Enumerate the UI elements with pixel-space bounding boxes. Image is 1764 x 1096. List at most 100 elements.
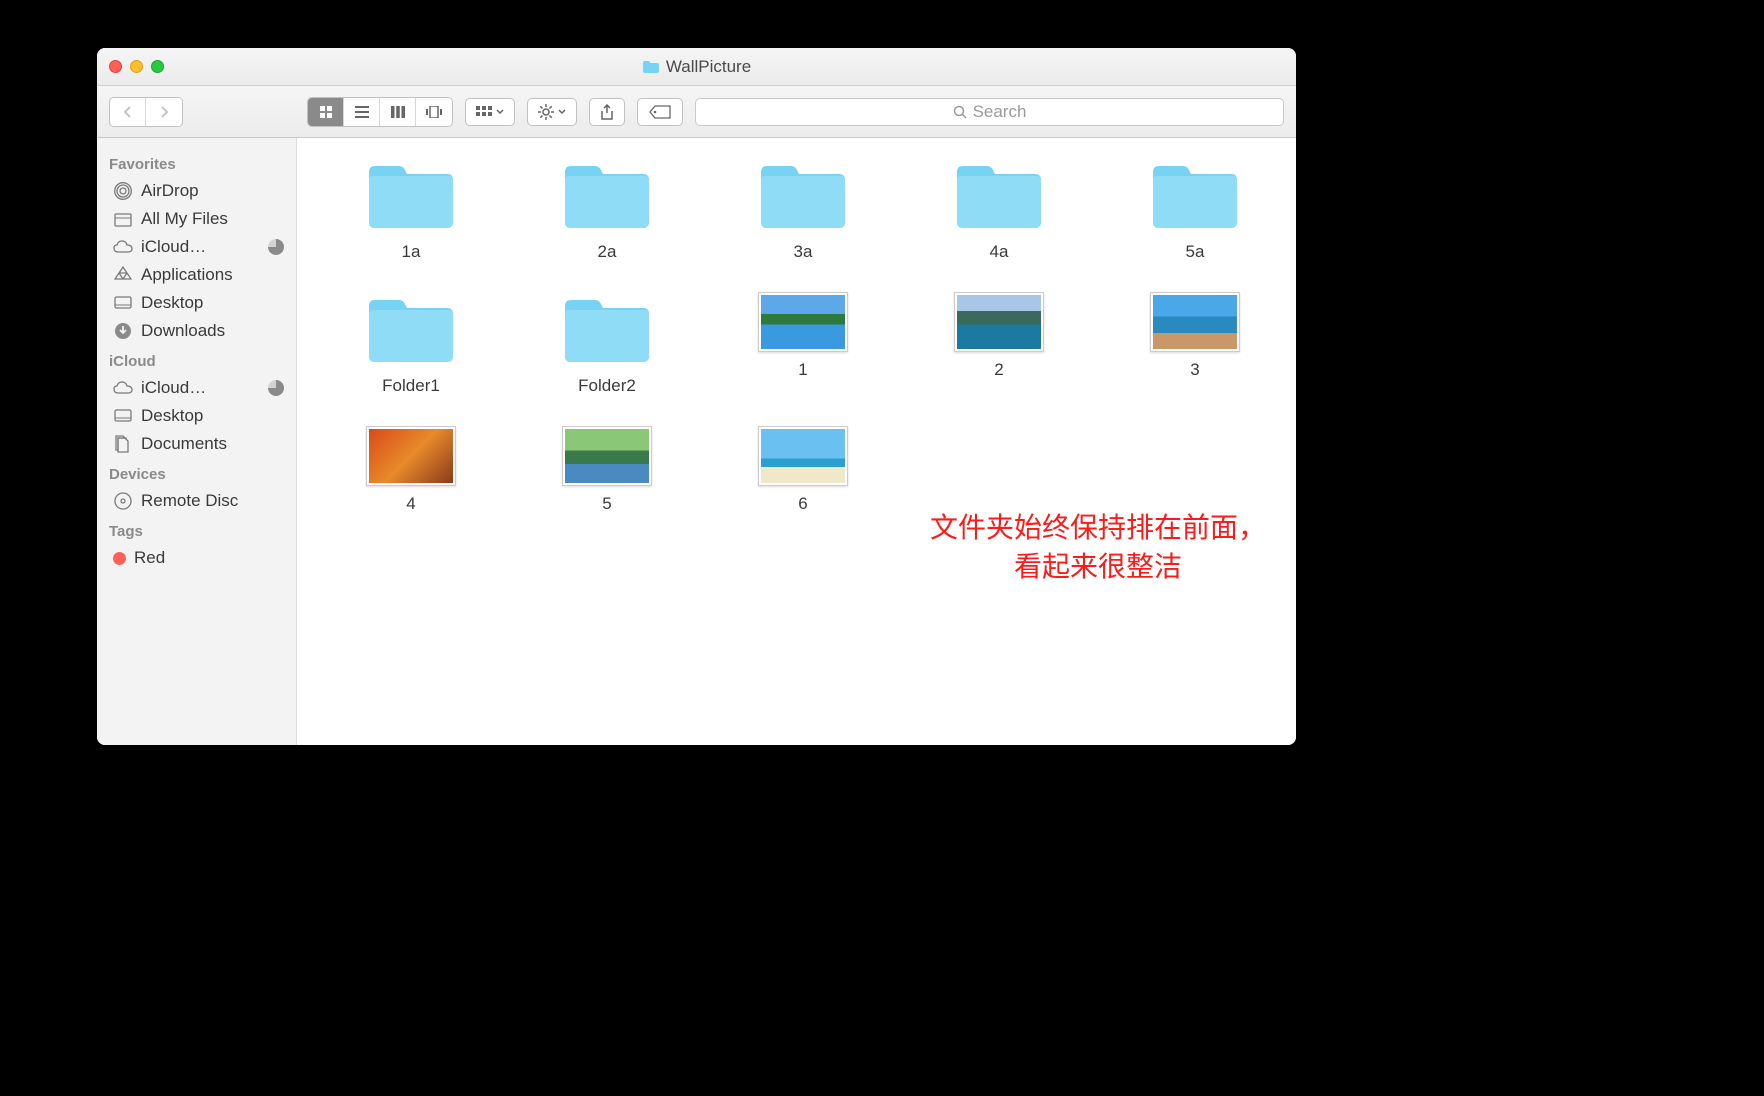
annotation-text: 文件夹始终保持排在前面， 看起来很整洁 [930, 508, 1266, 586]
view-icon-button[interactable] [308, 98, 344, 126]
sidebar-item-label: Applications [141, 265, 233, 285]
arrange-icon [476, 106, 492, 118]
arrange-button[interactable] [465, 98, 515, 126]
gallery-view-icon [426, 106, 442, 118]
view-mode-buttons [307, 97, 453, 127]
folder-item[interactable]: 1a [321, 158, 501, 262]
view-list-button[interactable] [344, 98, 380, 126]
view-gallery-button[interactable] [416, 98, 452, 126]
share-button[interactable] [589, 98, 625, 126]
image-item[interactable]: 3 [1105, 292, 1285, 396]
sidebar-item-downloads[interactable]: Downloads [97, 317, 296, 345]
cloud-icon [113, 378, 133, 398]
window-title-label: WallPicture [666, 57, 751, 77]
image-item[interactable]: 2 [909, 292, 1089, 396]
sidebar-item-icloud-drive-2[interactable]: iCloud… [97, 374, 296, 402]
sidebar-item-label: iCloud… [141, 378, 206, 398]
sidebar-section-tags: Tags [97, 515, 296, 544]
items-grid: 1a 2a 3a 4a 5a Folder1 Folder2 1 2 3 4 5 6 [321, 158, 1272, 514]
downloads-icon [113, 321, 133, 341]
item-label: 2 [994, 360, 1003, 380]
tag-icon [649, 105, 671, 119]
sidebar-item-allmyfiles[interactable]: All My Files [97, 205, 296, 233]
folder-icon [559, 158, 655, 234]
folder-icon [642, 60, 660, 74]
sidebar-section-favorites: Favorites [97, 148, 296, 177]
sidebar-item-desktop[interactable]: Desktop [97, 289, 296, 317]
sidebar-item-tag-red[interactable]: Red [97, 544, 296, 572]
chevron-down-icon [558, 109, 566, 114]
sidebar-item-label: Red [134, 548, 165, 568]
sidebar-item-documents[interactable]: Documents [97, 430, 296, 458]
sidebar-item-airdrop[interactable]: AirDrop [97, 177, 296, 205]
image-item[interactable]: 5 [517, 426, 697, 514]
applications-icon [113, 265, 133, 285]
image-thumbnail [758, 292, 848, 352]
folder-item[interactable]: 4a [909, 158, 1089, 262]
minimize-button[interactable] [130, 60, 143, 73]
sidebar-item-remote-disc[interactable]: Remote Disc [97, 487, 296, 515]
item-label: 1a [402, 242, 421, 262]
sidebar-section-icloud: iCloud [97, 345, 296, 374]
image-thumbnail [1150, 292, 1240, 352]
folder-icon [559, 292, 655, 368]
back-button[interactable] [110, 98, 146, 126]
item-label: 5 [602, 494, 611, 514]
item-label: Folder2 [578, 376, 636, 396]
sidebar-item-label: Downloads [141, 321, 225, 341]
folder-icon [363, 158, 459, 234]
folder-item[interactable]: Folder2 [517, 292, 697, 396]
sync-progress-icon [268, 380, 284, 396]
item-label: 5a [1186, 242, 1205, 262]
sidebar-item-label: Desktop [141, 293, 203, 313]
allmyfiles-icon [113, 209, 133, 229]
item-label: 4a [990, 242, 1009, 262]
tag-red-icon [113, 552, 126, 565]
chevron-right-icon [159, 105, 169, 119]
sync-progress-icon [268, 239, 284, 255]
content-area[interactable]: 1a 2a 3a 4a 5a Folder1 Folder2 1 2 3 4 5 6 文件夹始终保持排在… [297, 138, 1296, 745]
item-label: 3 [1190, 360, 1199, 380]
item-label: 1 [798, 360, 807, 380]
annotation-line-2: 看起来很整洁 [930, 547, 1266, 586]
airdrop-icon [113, 181, 133, 201]
folder-icon [951, 158, 1047, 234]
sidebar-item-label: iCloud… [141, 237, 206, 257]
sidebar-item-label: AirDrop [141, 181, 199, 201]
share-icon [600, 104, 614, 120]
sidebar-section-devices: Devices [97, 458, 296, 487]
view-column-button[interactable] [380, 98, 416, 126]
nav-buttons [109, 97, 183, 127]
folder-item[interactable]: 3a [713, 158, 893, 262]
tags-button[interactable] [637, 98, 683, 126]
search-placeholder: Search [973, 102, 1027, 122]
action-button[interactable] [527, 98, 577, 126]
image-thumbnail [954, 292, 1044, 352]
item-label: 3a [794, 242, 813, 262]
image-item[interactable]: 6 [713, 426, 893, 514]
zoom-button[interactable] [151, 60, 164, 73]
item-label: 2a [598, 242, 617, 262]
gear-icon [538, 104, 554, 120]
image-item[interactable]: 1 [713, 292, 893, 396]
close-button[interactable] [109, 60, 122, 73]
sidebar-item-icloud-drive[interactable]: iCloud… [97, 233, 296, 261]
folder-icon [1147, 158, 1243, 234]
traffic-lights [109, 60, 164, 73]
desktop-icon [113, 406, 133, 426]
sidebar-item-applications[interactable]: Applications [97, 261, 296, 289]
image-item[interactable]: 4 [321, 426, 501, 514]
list-view-icon [355, 106, 369, 118]
documents-icon [113, 434, 133, 454]
forward-button[interactable] [146, 98, 182, 126]
window-title: WallPicture [97, 57, 1296, 77]
folder-item[interactable]: Folder1 [321, 292, 501, 396]
folder-item[interactable]: 2a [517, 158, 697, 262]
sidebar-item-label: Documents [141, 434, 227, 454]
search-field[interactable]: Search [695, 98, 1284, 126]
desktop-icon [113, 293, 133, 313]
sidebar-item-label: All My Files [141, 209, 228, 229]
sidebar-item-desktop-2[interactable]: Desktop [97, 402, 296, 430]
sidebar-item-label: Desktop [141, 406, 203, 426]
folder-item[interactable]: 5a [1105, 158, 1285, 262]
